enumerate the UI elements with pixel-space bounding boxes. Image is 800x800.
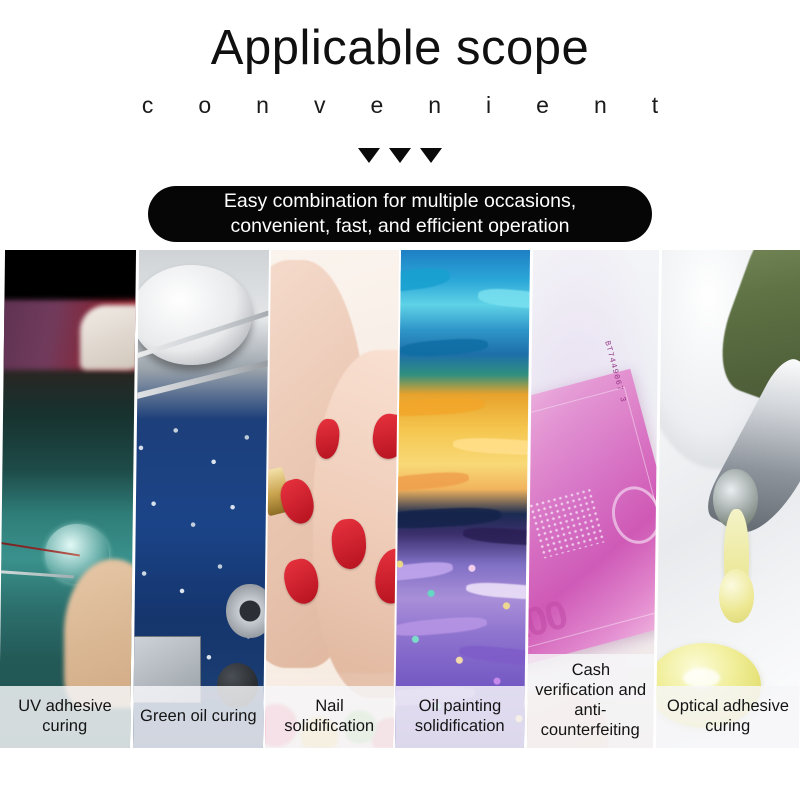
glove-shape — [80, 304, 137, 370]
brushstroke-shape — [394, 396, 485, 419]
panel-caption-nail-solidification: Nail solidification — [264, 686, 394, 748]
triangle-down-icon — [420, 148, 442, 163]
panel-green-oil-curing[interactable]: Green oil curing — [132, 250, 270, 748]
panel-caption-green-oil-curing: Green oil curing — [132, 686, 264, 748]
panel-uv-adhesive-curing[interactable]: UV adhesive curing — [0, 250, 137, 748]
brushstroke-shape — [394, 265, 451, 295]
adhesive-droplet-photo — [655, 250, 800, 748]
panel-caption-cash-verification: Cash verification and anti-counterfeitin… — [526, 654, 655, 748]
brushstroke-shape — [399, 336, 489, 358]
adhesive-droplet-shape — [718, 568, 755, 624]
circuit-board-photo — [132, 250, 270, 748]
panel-image-optical-adhesive-curing — [655, 250, 800, 748]
brushstroke-shape — [394, 505, 501, 531]
triangle-down-icon — [358, 148, 380, 163]
page-title: Applicable scope — [210, 21, 590, 75]
manicured-hands-photo — [264, 250, 400, 748]
panel-caption-uv-adhesive-curing: UV adhesive curing — [0, 686, 131, 748]
tagline-line-1: Easy combination for multiple occasions, — [223, 190, 577, 212]
arrow-indicator-group — [0, 148, 800, 163]
header-section: Applicable scope convenient Easy combina… — [0, 0, 800, 248]
panel-image-oil-painting-solidification — [394, 250, 531, 748]
panel-caption-optical-adhesive-curing: Optical adhesive curing — [655, 686, 800, 748]
panel-image-nail-solidification — [264, 250, 400, 748]
brushstroke-shape — [452, 436, 531, 457]
panel-nail-solidification[interactable]: Nail solidification — [264, 250, 400, 748]
uv-glue-drop-photo — [0, 250, 137, 748]
brushstroke-shape — [394, 470, 470, 493]
panel-image-uv-adhesive-curing — [0, 250, 137, 748]
lavender-field-painting-photo — [394, 250, 531, 748]
mounting-ring-shape — [226, 583, 270, 639]
application-panel-strip: UV adhesive curing Green oil curing Nail… — [0, 250, 800, 748]
tagline-banner: Easy combination for multiple occasions,… — [148, 186, 652, 242]
page-subtitle: convenient — [141, 92, 704, 118]
panel-caption-oil-painting-solidification: Oil painting solidification — [394, 686, 525, 748]
panel-optical-adhesive-curing[interactable]: Optical adhesive curing — [655, 250, 800, 748]
brushstroke-shape — [477, 286, 531, 310]
panel-cash-verification[interactable]: BT7449067 3 100 Cash verification and an… — [526, 250, 660, 748]
panel-oil-painting-solidification[interactable]: Oil painting solidification — [394, 250, 531, 748]
panel-image-green-oil-curing — [132, 250, 270, 748]
tagline-line-2: convenient, fast, and efficient operatio… — [230, 215, 570, 237]
triangle-down-icon — [389, 148, 411, 163]
